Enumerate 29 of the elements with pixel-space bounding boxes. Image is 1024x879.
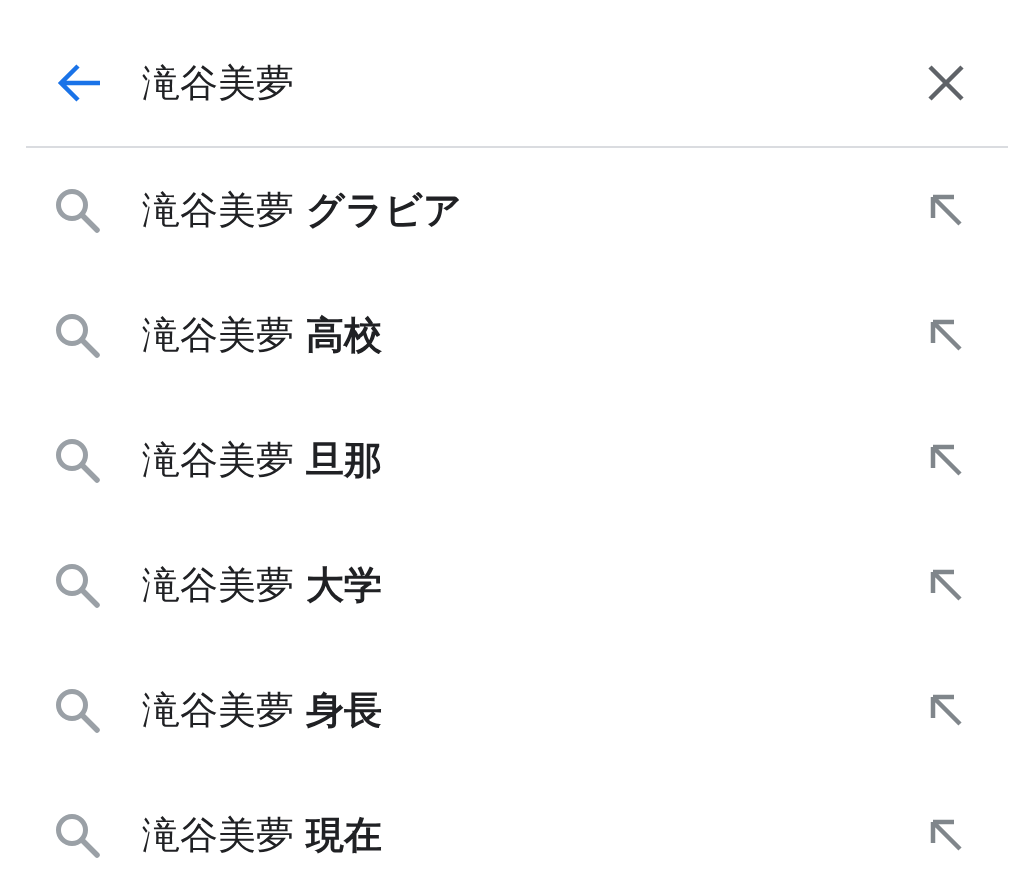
up-left-arrow-icon [930,194,962,226]
clear-button[interactable] [928,65,964,101]
suggestion-text[interactable]: 滝谷美夢 大学 [142,559,888,611]
suggestion-text[interactable]: 滝谷美夢 身長 [142,684,888,736]
fill-query-button[interactable] [930,694,962,726]
search-icon [55,812,100,858]
suggestion-text[interactable]: 滝谷美夢 現在 [142,809,888,861]
suggestion-text[interactable]: 滝谷美夢 グラビア [142,184,888,236]
up-left-arrow-icon [930,694,962,726]
close-icon [928,65,964,101]
suggestion-text[interactable]: 滝谷美夢 旦那 [142,434,888,486]
search-icon [55,687,100,733]
search-icon [55,312,100,358]
search-icon [55,562,100,608]
search-icon [55,187,100,233]
fill-query-button[interactable] [930,819,962,851]
up-left-arrow-icon [930,444,962,476]
search-icon [55,437,100,483]
back-arrow-icon [57,64,101,102]
fill-query-button[interactable] [930,319,962,351]
fill-query-button[interactable] [930,569,962,601]
back-button[interactable] [57,64,101,102]
up-left-arrow-icon [930,819,962,851]
fill-query-button[interactable] [930,194,962,226]
up-left-arrow-icon [930,569,962,601]
search-field[interactable]: 滝谷美夢 [142,57,887,109]
up-left-arrow-icon [930,319,962,351]
suggestion-text[interactable]: 滝谷美夢 高校 [142,309,888,361]
fill-query-button[interactable] [930,444,962,476]
